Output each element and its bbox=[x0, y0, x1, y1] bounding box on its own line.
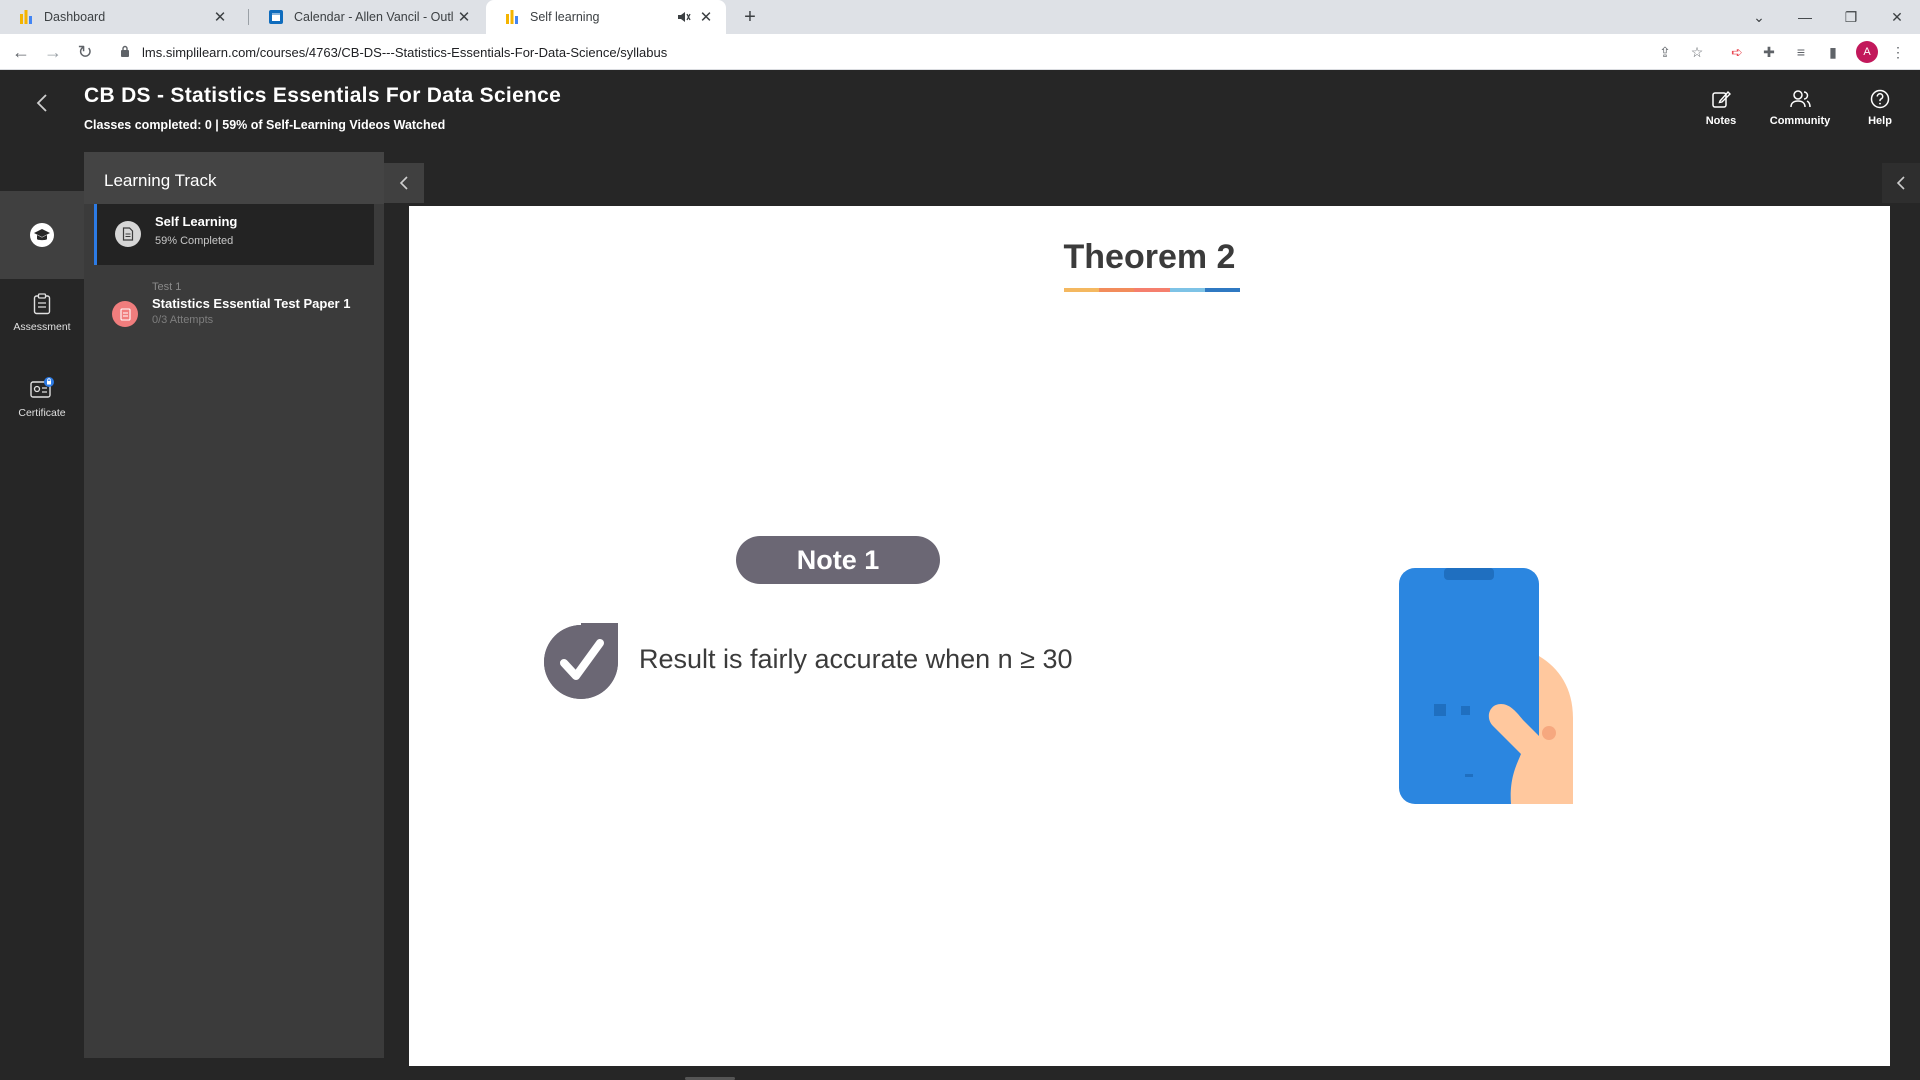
extensions-puzzle-icon[interactable]: ✚ bbox=[1759, 42, 1779, 62]
bottom-strip bbox=[0, 1066, 1920, 1080]
track-item-text: Test 1 Statistics Essential Test Paper 1… bbox=[152, 281, 352, 326]
tab-close-icon[interactable]: ✕ bbox=[454, 7, 474, 27]
bookmark-star-icon[interactable]: ☆ bbox=[1687, 42, 1707, 62]
rail-item-certificate[interactable]: Certificate bbox=[0, 377, 84, 441]
address-toolbar: ← → ↻ lms.simplilearn.com/courses/4763/C… bbox=[0, 34, 1920, 70]
slide-title: Theorem 2 bbox=[1063, 238, 1236, 276]
course-progress-summary: Classes completed: 0 | 59% of Self-Learn… bbox=[84, 118, 446, 132]
track-item-name: Self Learning bbox=[155, 214, 238, 229]
title-underline bbox=[1064, 288, 1241, 292]
tab-calendar[interactable]: Calendar - Allen Vancil - Outlook ✕ bbox=[250, 0, 484, 34]
simplilearn-favicon-icon bbox=[504, 9, 520, 25]
back-arrow-icon[interactable]: ← bbox=[9, 40, 33, 64]
track-item-name: Statistics Essential Test Paper 1 bbox=[152, 296, 351, 311]
chrome-menu-icon[interactable]: ⋮ bbox=[1888, 42, 1908, 62]
help-button[interactable]: Help bbox=[1860, 89, 1900, 127]
rail-label: Assessment bbox=[13, 321, 71, 333]
clipboard-icon bbox=[33, 293, 51, 315]
underline-segment bbox=[1204, 288, 1241, 292]
browser-tab-strip: Dashboard ✕ Calendar - Allen Vancil - Ou… bbox=[0, 0, 1920, 34]
track-item-test-paper[interactable]: Test 1 Statistics Essential Test Paper 1… bbox=[94, 278, 374, 348]
tab-dashboard[interactable]: Dashboard ✕ bbox=[0, 0, 240, 34]
forward-arrow-icon[interactable]: → bbox=[41, 40, 65, 64]
extension-red-icon[interactable]: ➪ bbox=[1727, 42, 1747, 62]
outlook-favicon-icon bbox=[268, 9, 284, 25]
learning-track-header: Learning Track bbox=[84, 152, 384, 204]
help-label: Help bbox=[1868, 115, 1892, 127]
graduation-cap-icon bbox=[30, 223, 54, 247]
notes-button[interactable]: Notes bbox=[1703, 89, 1739, 127]
url-bar[interactable]: lms.simplilearn.com/courses/4763/CB-DS--… bbox=[110, 38, 1710, 66]
tab-label: Self learning bbox=[530, 10, 600, 24]
left-rail: Assessment Certificate bbox=[0, 153, 84, 1080]
track-item-text: Self Learning 59% Completed bbox=[155, 214, 237, 247]
chevron-left-icon bbox=[1896, 176, 1905, 190]
certificate-icon bbox=[30, 377, 54, 398]
minimize-button[interactable]: — bbox=[1782, 0, 1828, 34]
community-label: Community bbox=[1769, 115, 1831, 127]
tab-audio-icon[interactable] bbox=[674, 7, 694, 27]
tab-label: Calendar - Allen Vancil - Outlook bbox=[294, 10, 454, 24]
document-icon bbox=[115, 221, 141, 247]
underline-segment bbox=[1169, 288, 1205, 292]
community-button[interactable]: Community bbox=[1767, 89, 1833, 127]
track-item-meta: 59% Completed bbox=[155, 235, 234, 247]
chevron-left-icon bbox=[399, 176, 408, 190]
media-control-icon[interactable]: ≡ bbox=[1791, 42, 1811, 62]
community-icon bbox=[1790, 90, 1811, 108]
rail-item-learning[interactable] bbox=[0, 191, 84, 279]
tab-search-icon[interactable]: ⌄ bbox=[1736, 0, 1782, 34]
hand-holding-phone-illustration bbox=[1399, 568, 1573, 804]
rail-item-assessment[interactable]: Assessment bbox=[0, 293, 84, 353]
underline-segment bbox=[1134, 288, 1170, 292]
course-header: CB DS - Statistics Essentials For Data S… bbox=[0, 71, 1920, 153]
window-close-button[interactable]: ✕ bbox=[1874, 0, 1920, 34]
lock-icon bbox=[120, 45, 132, 60]
tab-close-icon[interactable]: ✕ bbox=[210, 7, 230, 27]
new-tab-button[interactable]: + bbox=[738, 5, 762, 29]
track-item-kicker: Test 1 bbox=[152, 281, 182, 293]
profile-avatar[interactable]: A bbox=[1856, 41, 1878, 63]
back-chevron-icon[interactable] bbox=[30, 89, 54, 117]
track-item-self-learning[interactable]: Self Learning 59% Completed bbox=[94, 204, 374, 265]
restore-button[interactable]: ❐ bbox=[1828, 0, 1874, 34]
side-panel-icon[interactable]: ▮ bbox=[1823, 42, 1843, 62]
checkmark-badge-icon bbox=[544, 623, 618, 699]
underline-segment bbox=[1099, 288, 1135, 292]
notes-label: Notes bbox=[1705, 115, 1737, 127]
underline-segment bbox=[1064, 288, 1100, 292]
course-title: CB DS - Statistics Essentials For Data S… bbox=[84, 84, 562, 107]
rail-label: Certificate bbox=[18, 407, 66, 419]
share-icon[interactable]: ⇪ bbox=[1655, 42, 1675, 62]
result-statement: Result is fairly accurate when n ≥ 30 bbox=[639, 644, 1073, 674]
test-clipboard-icon bbox=[112, 301, 138, 327]
tab-label: Dashboard bbox=[44, 10, 106, 24]
learning-track-title: Learning Track bbox=[104, 171, 217, 190]
collapse-track-button[interactable] bbox=[384, 163, 424, 203]
help-icon bbox=[1870, 89, 1890, 109]
notes-icon bbox=[1712, 90, 1731, 108]
video-player-slide[interactable]: Theorem 2 Note 1 Result is fairly accura… bbox=[409, 206, 1890, 1066]
tab-close-icon[interactable]: ✕ bbox=[696, 7, 716, 27]
expand-right-panel-button[interactable] bbox=[1882, 163, 1920, 203]
reload-icon[interactable]: ↻ bbox=[73, 40, 97, 64]
learning-track-panel: Learning Track Self Learning 59% Complet… bbox=[84, 152, 384, 1058]
simplilearn-favicon-icon bbox=[18, 9, 34, 25]
tab-separator bbox=[248, 9, 249, 25]
track-item-meta: 0/3 Attempts bbox=[152, 314, 214, 326]
note-pill: Note 1 bbox=[736, 536, 940, 584]
url-text: lms.simplilearn.com/courses/4763/CB-DS--… bbox=[142, 44, 668, 60]
tab-self-learning[interactable]: Self learning ✕ bbox=[486, 0, 726, 34]
